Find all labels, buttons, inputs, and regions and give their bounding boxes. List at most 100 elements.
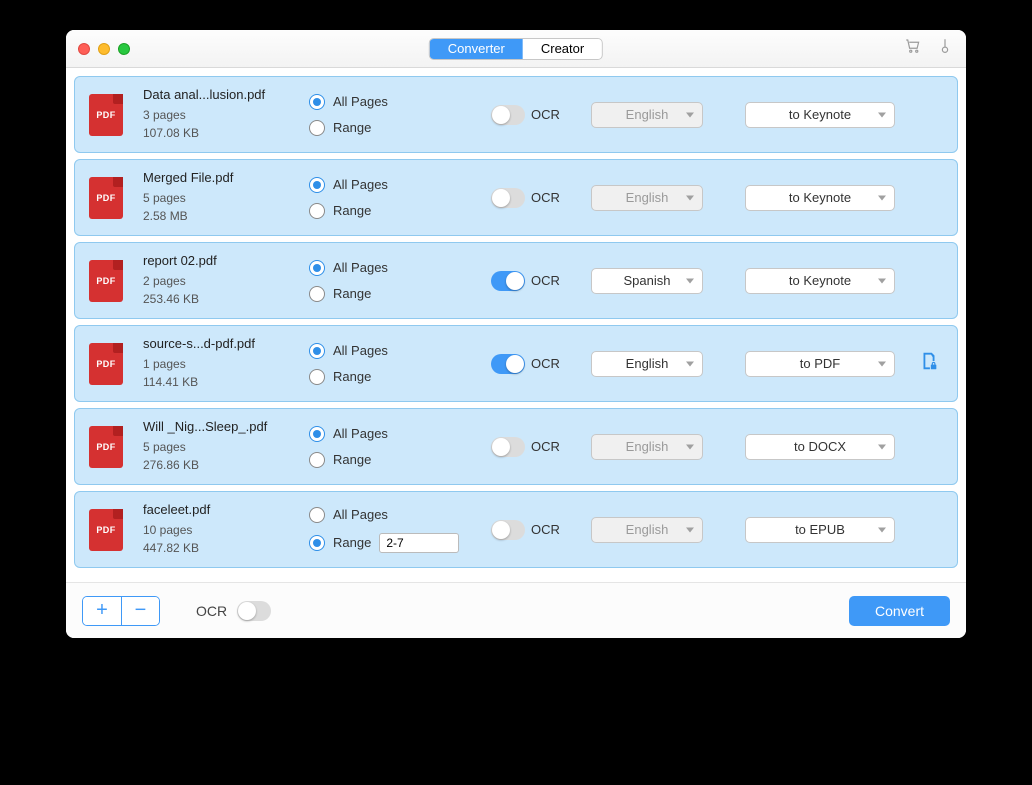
all-pages-label: All Pages <box>333 507 388 522</box>
range-input[interactable] <box>379 533 459 553</box>
file-name: Will _Nig...Sleep_.pdf <box>143 419 289 434</box>
all-pages-label: All Pages <box>333 426 388 441</box>
output-format-select[interactable]: to Keynote <box>745 185 895 211</box>
range-radio[interactable] <box>309 286 325 302</box>
pdf-file-icon: PDF <box>89 509 123 551</box>
page-range-group: All Pages Range <box>309 177 471 219</box>
pdf-file-icon: PDF <box>89 260 123 302</box>
range-radio[interactable] <box>309 203 325 219</box>
file-info: faceleet.pdf 10 pages 447.82 KB <box>143 502 289 557</box>
app-window: Converter Creator PDF Data anal...lusion… <box>66 30 966 638</box>
file-name: source-s...d-pdf.pdf <box>143 336 289 351</box>
file-info: Data anal...lusion.pdf 3 pages 107.08 KB <box>143 87 289 142</box>
range-radio[interactable] <box>309 535 325 551</box>
page-range-group: All Pages Range <box>309 260 471 302</box>
tab-converter[interactable]: Converter <box>430 39 523 59</box>
range-label: Range <box>333 203 371 218</box>
thermometer-icon[interactable] <box>936 37 954 60</box>
tab-creator[interactable]: Creator <box>523 39 602 59</box>
file-info: report 02.pdf 2 pages 253.46 KB <box>143 253 289 308</box>
output-format-select[interactable]: to EPUB <box>745 517 895 543</box>
file-pages: 5 pages <box>143 438 289 456</box>
file-row[interactable]: PDF source-s...d-pdf.pdf 1 pages 114.41 … <box>74 325 958 402</box>
file-row[interactable]: PDF Data anal...lusion.pdf 3 pages 107.0… <box>74 76 958 153</box>
output-format-select[interactable]: to Keynote <box>745 268 895 294</box>
convert-button[interactable]: Convert <box>849 596 950 626</box>
file-name: faceleet.pdf <box>143 502 289 517</box>
output-format-select[interactable]: to PDF <box>745 351 895 377</box>
ocr-toggle[interactable] <box>491 271 525 291</box>
pdf-file-icon: PDF <box>89 94 123 136</box>
ocr-label: OCR <box>531 522 560 537</box>
output-format-select[interactable]: to Keynote <box>745 102 895 128</box>
file-pages: 2 pages <box>143 272 289 290</box>
pdf-file-icon: PDF <box>89 177 123 219</box>
add-file-button[interactable]: + <box>83 597 121 625</box>
file-pages: 1 pages <box>143 355 289 373</box>
all-pages-label: All Pages <box>333 260 388 275</box>
all-pages-label: All Pages <box>333 343 388 358</box>
locked-output-icon[interactable] <box>918 350 940 377</box>
language-select[interactable]: English <box>591 517 703 543</box>
file-pages: 5 pages <box>143 189 289 207</box>
all-pages-radio[interactable] <box>309 426 325 442</box>
range-radio[interactable] <box>309 369 325 385</box>
zoom-window-button[interactable] <box>118 43 130 55</box>
add-remove-group: + − <box>82 596 160 626</box>
file-row[interactable]: PDF faceleet.pdf 10 pages 447.82 KB All … <box>74 491 958 568</box>
language-select[interactable]: English <box>591 102 703 128</box>
remove-file-button[interactable]: − <box>121 597 159 625</box>
file-size: 2.58 MB <box>143 207 289 225</box>
global-ocr-toggle[interactable] <box>237 601 271 621</box>
all-pages-radio[interactable] <box>309 260 325 276</box>
file-row[interactable]: PDF Will _Nig...Sleep_.pdf 5 pages 276.8… <box>74 408 958 485</box>
ocr-label: OCR <box>531 439 560 454</box>
ocr-toggle[interactable] <box>491 354 525 374</box>
file-size: 253.46 KB <box>143 290 289 308</box>
window-controls <box>78 43 130 55</box>
file-row[interactable]: PDF report 02.pdf 2 pages 253.46 KB All … <box>74 242 958 319</box>
mode-segmented-control: Converter Creator <box>429 38 603 60</box>
file-size: 276.86 KB <box>143 456 289 474</box>
file-pages: 10 pages <box>143 521 289 539</box>
file-name: Merged File.pdf <box>143 170 289 185</box>
page-range-group: All Pages Range <box>309 507 471 553</box>
minimize-window-button[interactable] <box>98 43 110 55</box>
language-select[interactable]: English <box>591 434 703 460</box>
ocr-toggle[interactable] <box>491 105 525 125</box>
file-info: Merged File.pdf 5 pages 2.58 MB <box>143 170 289 225</box>
close-window-button[interactable] <box>78 43 90 55</box>
all-pages-radio[interactable] <box>309 94 325 110</box>
range-label: Range <box>333 286 371 301</box>
all-pages-radio[interactable] <box>309 177 325 193</box>
file-name: report 02.pdf <box>143 253 289 268</box>
ocr-toggle[interactable] <box>491 188 525 208</box>
file-info: source-s...d-pdf.pdf 1 pages 114.41 KB <box>143 336 289 391</box>
ocr-label: OCR <box>531 356 560 371</box>
ocr-toggle[interactable] <box>491 437 525 457</box>
file-size: 107.08 KB <box>143 124 289 142</box>
range-label: Range <box>333 452 371 467</box>
pdf-file-icon: PDF <box>89 343 123 385</box>
page-range-group: All Pages Range <box>309 343 471 385</box>
language-select[interactable]: English <box>591 185 703 211</box>
all-pages-radio[interactable] <box>309 507 325 523</box>
all-pages-label: All Pages <box>333 177 388 192</box>
page-range-group: All Pages Range <box>309 426 471 468</box>
range-label: Range <box>333 369 371 384</box>
file-pages: 3 pages <box>143 106 289 124</box>
range-label: Range <box>333 120 371 135</box>
cart-icon[interactable] <box>904 37 922 60</box>
file-list: PDF Data anal...lusion.pdf 3 pages 107.0… <box>66 68 966 582</box>
pdf-file-icon: PDF <box>89 426 123 468</box>
range-radio[interactable] <box>309 120 325 136</box>
language-select[interactable]: Spanish <box>591 268 703 294</box>
file-row[interactable]: PDF Merged File.pdf 5 pages 2.58 MB All … <box>74 159 958 236</box>
output-format-select[interactable]: to DOCX <box>745 434 895 460</box>
all-pages-radio[interactable] <box>309 343 325 359</box>
language-select[interactable]: English <box>591 351 703 377</box>
titlebar: Converter Creator <box>66 30 966 68</box>
ocr-toggle[interactable] <box>491 520 525 540</box>
ocr-label: OCR <box>531 190 560 205</box>
range-radio[interactable] <box>309 452 325 468</box>
